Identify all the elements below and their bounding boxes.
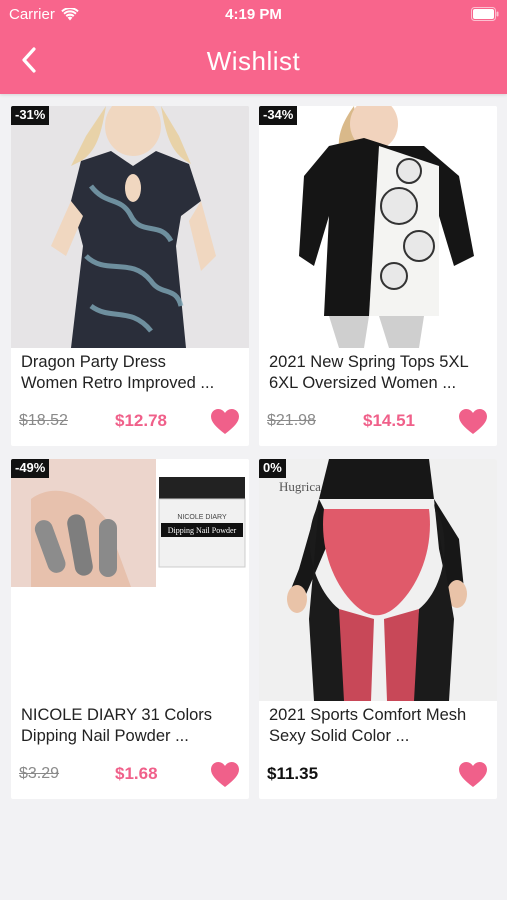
original-price: $21.98 — [267, 412, 316, 429]
original-price: $3.29 — [19, 765, 60, 782]
clock: 4:19 PM — [225, 6, 282, 23]
product-card[interactable]: NICOLE DIARY Dipping Nail Powder -49% NI… — [11, 459, 249, 799]
product-image[interactable]: Hugrica 0% — [259, 459, 497, 701]
product-image[interactable]: NICOLE DIARY Dipping Nail Powder -49% — [11, 459, 249, 701]
discount-badge: -31% — [11, 106, 50, 125]
dress-photo-icon — [11, 106, 249, 348]
battery-icon — [471, 7, 499, 21]
discount-badge: -34% — [259, 106, 298, 125]
app-header: Carrier 4:19 PM Wishlist — [0, 0, 507, 94]
original-price: $18.52 — [19, 412, 68, 429]
price: $11.35 — [267, 764, 319, 783]
heart-icon[interactable] — [459, 409, 487, 435]
top-photo-icon — [259, 106, 497, 348]
product-image-text: Hugrica — [279, 479, 321, 494]
sale-price: $14.51 — [363, 411, 415, 430]
product-card[interactable]: Hugrica 0% 2021 Sports Comfort Mesh Sexy… — [259, 459, 497, 799]
heart-icon[interactable] — [211, 762, 239, 788]
product-card[interactable]: -31% Dragon Party Dress Women Retro Impr… — [11, 106, 249, 446]
product-name[interactable]: Dragon Party Dress Women Retro Improved … — [21, 352, 241, 394]
product-image[interactable]: -31% — [11, 106, 249, 348]
status-bar: Carrier 4:19 PM — [0, 0, 507, 30]
nail-powder-photo-icon: NICOLE DIARY Dipping Nail Powder — [11, 459, 249, 701]
product-image-text: Dipping Nail Powder — [168, 526, 237, 535]
discount-badge: -49% — [11, 459, 50, 478]
heart-icon[interactable] — [211, 409, 239, 435]
product-name[interactable]: NICOLE DIARY 31 Colors Dipping Nail Powd… — [21, 705, 241, 747]
heart-icon[interactable] — [459, 762, 487, 788]
product-image-text: NICOLE DIARY — [177, 514, 227, 521]
sale-price: $1.68 — [115, 764, 158, 783]
leggings-photo-icon: Hugrica — [259, 459, 497, 701]
sale-price: $12.78 — [115, 411, 167, 430]
product-image[interactable]: -34% — [259, 106, 497, 348]
product-name[interactable]: 2021 Sports Comfort Mesh Sexy Solid Colo… — [269, 705, 489, 747]
discount-badge: 0% — [259, 459, 286, 478]
product-card[interactable]: -34% 2021 New Spring Tops 5XL 6XL Oversi… — [259, 106, 497, 446]
page-title: Wishlist — [206, 46, 301, 76]
product-name[interactable]: 2021 New Spring Tops 5XL 6XL Oversized W… — [269, 352, 489, 394]
